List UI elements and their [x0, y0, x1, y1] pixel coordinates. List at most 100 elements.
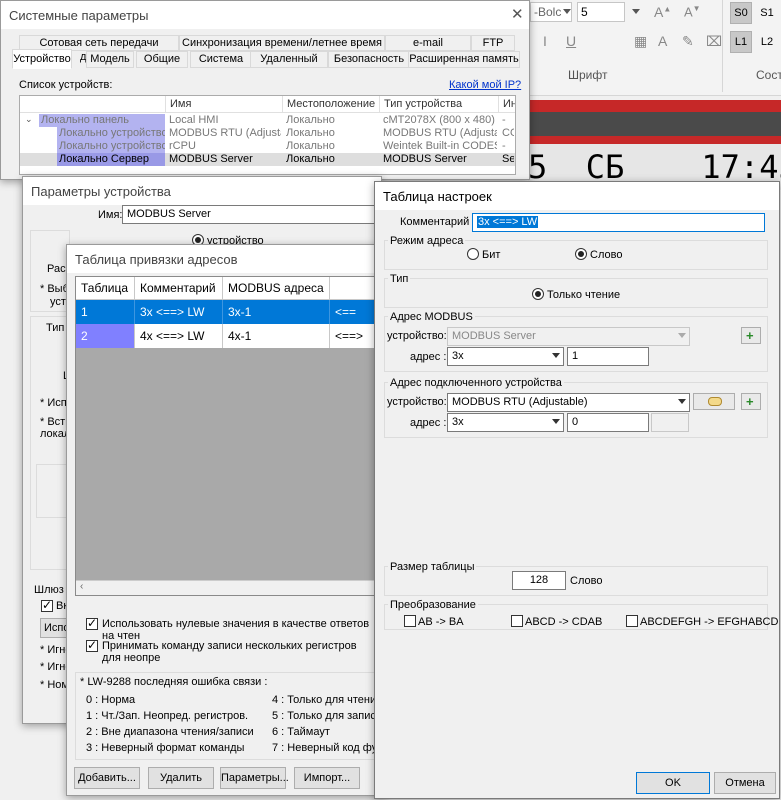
- sys-tab-5[interactable]: Безопасность: [328, 51, 410, 68]
- device-cell-loc: Локально: [286, 140, 335, 152]
- device-cell-loc: Локально: [286, 153, 335, 165]
- device-row-tree: Локально устройство 2: [57, 127, 165, 140]
- table-size-field[interactable]: 128: [512, 571, 566, 590]
- sys-tab-top-3[interactable]: FTP: [471, 35, 515, 51]
- error-code-item: 7 : Неверный код функ: [272, 742, 374, 754]
- parameters-button[interactable]: Параметры...: [220, 767, 289, 789]
- conv-abcdefgh-label: ABCDEFGH -> EFGHABCD: [640, 616, 779, 628]
- connected-address-label: Адрес подключенного устройства: [388, 377, 564, 389]
- frag-vyb: * Выб: [40, 283, 69, 295]
- l1-button[interactable]: L1: [730, 31, 752, 53]
- device-cell-extra: -: [502, 114, 506, 126]
- conn-device-label: устройство:: [387, 396, 447, 408]
- sys-tab-top-2[interactable]: e-mail: [385, 35, 471, 51]
- tag-icon: [708, 397, 722, 406]
- sys-tab-4[interactable]: Удаленный: [250, 51, 328, 68]
- my-ip-link[interactable]: Какой мой IP?: [449, 79, 521, 91]
- conv-abcdefgh-checkbox[interactable]: [626, 615, 638, 627]
- settings-table-dialog: Таблица настроек: [374, 181, 780, 799]
- mapping-col-3[interactable]: [330, 277, 375, 300]
- conn-address-value-field[interactable]: 0: [567, 413, 649, 432]
- conversion-label: Преобразование: [388, 599, 478, 611]
- ribbon-format-icon-2[interactable]: U: [566, 33, 576, 49]
- conn-settings-icon[interactable]: [693, 393, 735, 410]
- device-cell-type: MODBUS RTU (Adjustable): [383, 127, 497, 139]
- cancel-button[interactable]: Отмена: [714, 772, 776, 794]
- device-col-1[interactable]: Местоположение: [282, 96, 379, 113]
- font-size-combo[interactable]: 5: [577, 2, 625, 22]
- modbus-add-icon[interactable]: +: [741, 327, 761, 344]
- font-size-dropdown-arrow[interactable]: [632, 9, 640, 14]
- modbus-address-value-field[interactable]: 1: [567, 347, 649, 366]
- ribbon-format-icon-4[interactable]: A: [658, 33, 667, 49]
- close-icon[interactable]: ✕: [511, 5, 524, 23]
- l2-button[interactable]: L2: [756, 31, 778, 53]
- mapping-cell-dir: <==>: [330, 324, 375, 348]
- comment-label: Комментарий :: [400, 216, 476, 228]
- gateway-checkbox[interactable]: [41, 598, 53, 612]
- plus-icon: +: [746, 328, 754, 343]
- modbus-address-type-combo[interactable]: 3x: [447, 347, 564, 366]
- address-mapping-title: Таблица привязки адресов: [67, 245, 385, 273]
- sys-tab-0[interactable]: Устройство: [12, 49, 72, 69]
- sys-tab-1[interactable]: Модель: [86, 51, 134, 68]
- mode-word-radio[interactable]: [575, 248, 587, 260]
- read-only-label: Только чтение: [547, 289, 621, 301]
- tree-collapse-icon[interactable]: ⌄: [25, 114, 33, 125]
- device-col-3[interactable]: Ин: [498, 96, 515, 113]
- conn-device-combo[interactable]: MODBUS RTU (Adjustable): [447, 393, 690, 412]
- read-only-radio[interactable]: [532, 288, 544, 300]
- device-left-group-2: [30, 316, 70, 570]
- modbus-address-lbl: адрес :: [410, 351, 447, 363]
- device-name-field[interactable]: MODBUS Server: [122, 205, 380, 224]
- sys-tab-top-1[interactable]: Синхронизация времени/летнее время: [179, 35, 385, 51]
- multi-register-checkbox[interactable]: [86, 638, 98, 652]
- ok-button[interactable]: OK: [636, 772, 710, 794]
- conv-abcd-cdab-checkbox[interactable]: [511, 615, 523, 627]
- settings-table-title: Таблица настроек: [375, 182, 779, 210]
- zero-response-checkbox[interactable]: [86, 616, 98, 630]
- ribbon-format-icon-3[interactable]: ▦: [634, 33, 647, 50]
- device-row-tree: Локально Сервер: [57, 153, 165, 166]
- sys-tab-6[interactable]: Расширенная память: [408, 51, 520, 68]
- conn-add-icon[interactable]: +: [741, 393, 761, 410]
- modbus-device-combo[interactable]: MODBUS Server: [447, 327, 690, 346]
- mapping-col-2[interactable]: MODBUS адреса: [223, 277, 330, 300]
- font-name-dropdown-arrow[interactable]: [563, 9, 571, 14]
- s0-button[interactable]: S0: [730, 2, 752, 24]
- mapping-cell-comment: 4x <==> LW: [135, 324, 223, 348]
- increase-font-icon[interactable]: A▲: [654, 4, 671, 20]
- device-left-group-3: [36, 464, 70, 518]
- sys-tab-2[interactable]: Общие: [136, 51, 188, 68]
- device-col-2[interactable]: Тип устройства: [379, 96, 498, 113]
- error-code-item: 6 : Таймаут: [272, 726, 330, 738]
- ribbon-format-icon-6[interactable]: ⌧: [706, 33, 722, 50]
- mapping-hscrollbar[interactable]: [76, 580, 374, 595]
- device-cell-loc: Локально: [286, 114, 335, 126]
- modbus-device-value: MODBUS Server: [452, 330, 536, 342]
- sys-tab-3[interactable]: Система: [190, 51, 252, 68]
- conv-ab-ba-checkbox[interactable]: [404, 615, 416, 627]
- decrease-font-icon[interactable]: A▼: [684, 4, 701, 19]
- ribbon-group-font-label: Шрифт: [568, 68, 608, 82]
- conv-ab-ba-label: AB -> BA: [418, 616, 464, 628]
- device-cell-name: rCPU: [169, 140, 196, 152]
- system-parameters-title: Системные параметры: [1, 1, 529, 29]
- mapping-col-1[interactable]: Комментарий: [135, 277, 223, 300]
- add-button[interactable]: Добавить...: [74, 767, 140, 789]
- error-code-item: 2 : Вне диапазона чтения/записи: [86, 726, 254, 738]
- delete-button[interactable]: Удалить: [148, 767, 214, 789]
- mode-bit-radio[interactable]: [467, 248, 479, 260]
- import-button[interactable]: Импорт...: [294, 767, 360, 789]
- plus-icon: +: [746, 394, 754, 409]
- error-code-item: 5 : Только для записи: [272, 710, 374, 722]
- s1-button[interactable]: S1: [756, 2, 778, 24]
- device-col-0[interactable]: Имя: [165, 96, 282, 113]
- device-list-label: Список устройств:: [19, 79, 113, 91]
- ribbon-format-icon-1[interactable]: I: [543, 33, 547, 49]
- ribbon-format-icon-5[interactable]: ✎: [682, 33, 694, 50]
- comment-field[interactable]: 3x <==> LW: [472, 213, 765, 232]
- mapping-col-0[interactable]: Таблица: [76, 277, 135, 300]
- conn-address-type-combo[interactable]: 3x: [447, 413, 564, 432]
- scroll-left-icon[interactable]: ‹: [80, 581, 83, 592]
